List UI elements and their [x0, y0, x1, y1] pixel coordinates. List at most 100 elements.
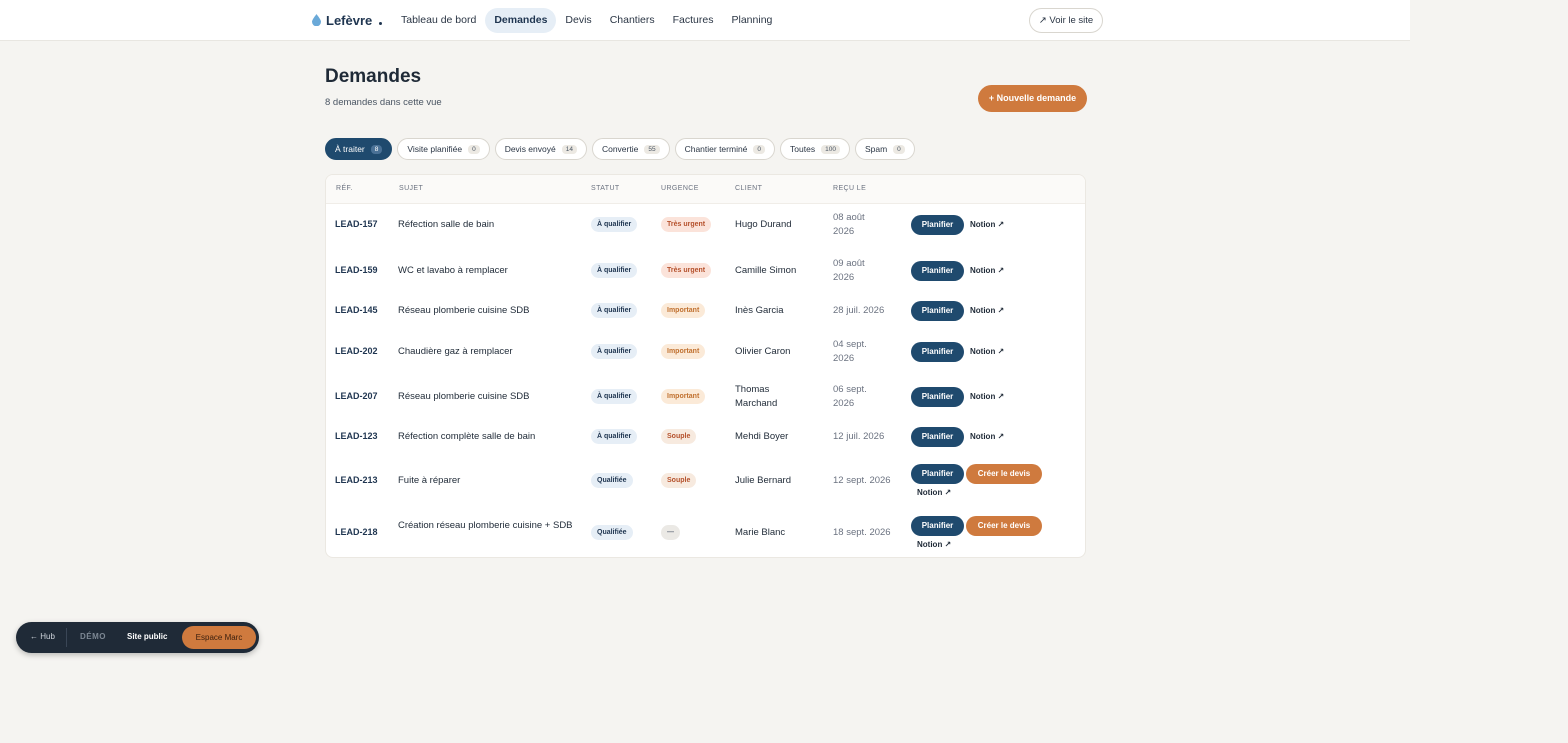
client-name: Marie Blanc [735, 527, 786, 538]
filter-spam[interactable]: Spam 0 [854, 138, 915, 160]
lead-ref[interactable]: LEAD-202 [335, 346, 378, 356]
notion-link[interactable]: Notion ↗ [970, 347, 1004, 356]
plan-button[interactable]: Planifier [911, 464, 964, 484]
filter-count: 8 [370, 144, 383, 154]
notion-link[interactable]: Notion ↗ [970, 432, 1004, 441]
notion-link[interactable]: Notion ↗ [970, 306, 1004, 315]
nav-item-tableau-de-bord[interactable]: Tableau de bord [392, 8, 485, 33]
notion-link[interactable]: Notion ↗ [970, 266, 1004, 275]
lead-ref[interactable]: LEAD-123 [335, 431, 378, 441]
demo-label: DÉMO [80, 632, 106, 641]
column-header-client[interactable]: CLIENT [735, 185, 762, 192]
received-date: 08 août 2026 [833, 212, 865, 237]
received-date: 12 sept. 2026 [833, 475, 891, 486]
filter-tabs: À traiter 8 Visite planifiée 0 Devis env… [325, 138, 915, 160]
urgency-badge: Important [661, 344, 706, 359]
urgency-badge: — [661, 525, 680, 540]
filter-devis-envoye[interactable]: Devis envoyé 14 [494, 138, 587, 160]
status-badge: Qualifiée [591, 473, 633, 488]
main-nav: Tableau de bord Demandes Devis Chantiers… [392, 8, 781, 33]
received-date: 12 juil. 2026 [833, 431, 885, 442]
filter-a-traiter[interactable]: À traiter 8 [325, 138, 393, 160]
notion-link[interactable]: Notion ↗ [970, 220, 1004, 229]
table-header: RÉF. SUJET STATUT URGENCE CLIENT REÇU LE [326, 175, 1085, 204]
hub-link[interactable]: ← Hub [30, 632, 55, 641]
create-quote-button[interactable]: Créer le devis [966, 464, 1042, 484]
create-quote-button[interactable]: Créer le devis [966, 516, 1042, 536]
public-site-link[interactable]: Site public [127, 632, 167, 641]
view-site-button[interactable]: ↗ Voir le site [1029, 8, 1103, 33]
lead-ref[interactable]: LEAD-145 [335, 305, 378, 315]
status-badge: À qualifier [591, 429, 638, 444]
urgency-badge: Important [661, 389, 706, 404]
nav-item-devis[interactable]: Devis [556, 8, 600, 33]
notion-link[interactable]: Notion ↗ [917, 540, 951, 549]
urgency-badge: Souple [661, 429, 697, 444]
column-header-received[interactable]: REÇU LE [833, 185, 866, 192]
espace-marc-button[interactable]: Espace Marc [182, 626, 256, 649]
filter-toutes[interactable]: Toutes 100 [780, 138, 850, 160]
filter-convertie[interactable]: Convertie 55 [591, 138, 670, 160]
filter-label: Chantier terminé [684, 144, 748, 154]
status-badge: À qualifier [591, 389, 638, 404]
urgency-badge: Important [661, 303, 706, 318]
lead-subject: Réfection complète salle de bain [398, 431, 536, 442]
plan-button[interactable]: Planifier [911, 516, 964, 536]
page-title: Demandes [325, 66, 422, 87]
nav-item-planning[interactable]: Planning [723, 8, 782, 33]
lead-ref[interactable]: LEAD-213 [335, 475, 378, 485]
lead-ref[interactable]: LEAD-159 [335, 265, 378, 275]
received-date: 28 juil. 2026 [833, 305, 885, 316]
plan-button[interactable]: Planifier [911, 261, 964, 281]
filter-label: Convertie [601, 144, 639, 154]
lead-subject: Réseau plomberie cuisine SDB [398, 391, 530, 402]
lead-subject: Chaudière gaz à remplacer [398, 346, 513, 357]
lead-subject: WC et lavabo à remplacer [398, 265, 508, 276]
column-header-subject[interactable]: SUJET [399, 185, 423, 192]
column-header-ref[interactable]: RÉF. [336, 185, 353, 192]
client-name: Thomas Marchand [735, 384, 778, 409]
column-header-status[interactable]: STATUT [591, 185, 620, 192]
nav-item-chantiers[interactable]: Chantiers [601, 8, 664, 33]
filter-visite-planifiee[interactable]: Visite planifiée 0 [397, 138, 490, 160]
plan-button[interactable]: Planifier [911, 301, 964, 321]
plan-button[interactable]: Planifier [911, 387, 964, 407]
top-navigation-bar: Lefèvre Tableau de bord Demandes Devis C… [0, 0, 1410, 41]
filter-chantier-termine[interactable]: Chantier terminé 0 [674, 138, 776, 160]
received-date: 06 sept. 2026 [833, 384, 867, 409]
client-name: Camille Simon [735, 265, 797, 276]
floating-dock: ← Hub DÉMO Site public Espace Marc [16, 622, 259, 653]
brand-name: Lefèvre [326, 12, 373, 28]
received-date: 18 sept. 2026 [833, 527, 891, 538]
filter-count: 55 [644, 144, 660, 154]
urgency-badge: Très urgent [661, 217, 712, 232]
nav-item-factures[interactable]: Factures [664, 8, 723, 33]
nav-item-demandes[interactable]: Demandes [485, 8, 557, 33]
lead-ref[interactable]: LEAD-157 [335, 219, 378, 229]
status-badge: À qualifier [591, 303, 638, 318]
client-name: Olivier Caron [735, 346, 791, 357]
filter-count: 14 [561, 144, 577, 154]
status-badge: À qualifier [591, 344, 638, 359]
lead-ref[interactable]: LEAD-218 [335, 527, 378, 537]
notion-link[interactable]: Notion ↗ [917, 488, 951, 497]
filter-count: 0 [468, 144, 480, 154]
urgency-badge: Souple [661, 473, 697, 488]
filter-count: 100 [821, 144, 840, 154]
lead-ref[interactable]: LEAD-207 [335, 391, 378, 401]
filter-count: 0 [893, 144, 905, 154]
received-date: 04 sept. 2026 [833, 339, 867, 364]
dock-divider [66, 628, 67, 647]
status-badge: Qualifiée [591, 525, 633, 540]
lead-subject: Fuite à réparer [398, 475, 461, 486]
notion-link[interactable]: Notion ↗ [970, 392, 1004, 401]
column-header-urgency[interactable]: URGENCE [661, 185, 699, 192]
lead-subject: Création réseau plomberie cuisine + SDB [398, 520, 573, 531]
brand-dot [379, 22, 383, 25]
plan-button[interactable]: Planifier [911, 215, 964, 235]
brand-logo[interactable]: Lefèvre [312, 11, 383, 29]
plan-button[interactable]: Planifier [911, 342, 964, 362]
plan-button[interactable]: Planifier [911, 427, 964, 447]
new-request-button[interactable]: + Nouvelle demande [978, 85, 1087, 112]
client-name: Mehdi Boyer [735, 431, 789, 442]
